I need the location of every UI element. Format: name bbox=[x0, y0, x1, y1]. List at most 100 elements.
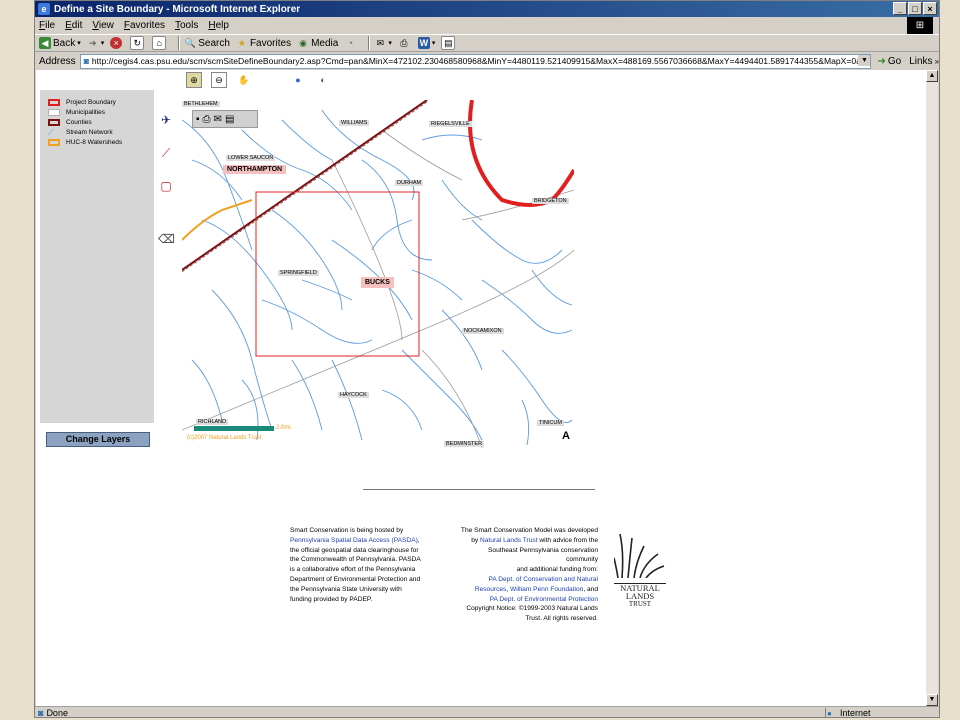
links-button[interactable]: Links bbox=[909, 56, 932, 67]
back-button[interactable]: ◀ Back ▾ bbox=[39, 37, 81, 49]
stop-icon: × bbox=[110, 37, 123, 49]
toolbar-separator bbox=[178, 36, 181, 50]
place-label: DURHAM bbox=[395, 180, 424, 186]
back-arrow-icon: ◀ bbox=[39, 37, 51, 49]
zoom-out-icon[interactable]: ⊖ bbox=[211, 72, 227, 88]
menu-tools[interactable]: Tools bbox=[175, 20, 198, 31]
page-content: ⊕ ⊖ ✋ ● ◐ Project Boundary Municipalitie… bbox=[36, 70, 926, 706]
forward-button[interactable]: ➜ ▾ bbox=[87, 37, 104, 49]
internet-globe-icon: ● bbox=[827, 708, 832, 718]
place-label: BRIDGETON bbox=[532, 198, 569, 204]
edit-button[interactable]: W ▾ bbox=[417, 37, 435, 49]
go-arrow-icon: ➜ bbox=[877, 55, 886, 67]
pasda-link[interactable]: Pennsylvania Spatial Data Access (PASDA) bbox=[290, 537, 418, 544]
minimize-button[interactable]: _ bbox=[893, 2, 907, 15]
forward-arrow-icon: ➜ bbox=[88, 38, 97, 48]
road-network bbox=[182, 129, 574, 448]
menu-file[interactable]: File bbox=[39, 20, 55, 31]
history-button[interactable]: ◔ bbox=[344, 37, 358, 49]
word-icon: W bbox=[417, 37, 430, 49]
home-button[interactable]: ⌂ bbox=[152, 36, 168, 50]
map-side-tools: ✈ ⟋ ▢ ⌫ bbox=[158, 112, 175, 264]
page-icon: ◙ bbox=[83, 56, 89, 66]
nlt-link[interactable]: Natural Lands Trust bbox=[480, 537, 538, 544]
menu-help[interactable]: Help bbox=[208, 20, 229, 31]
toolbar-separator bbox=[368, 36, 371, 50]
counties-swatch bbox=[48, 118, 60, 126]
browser-window: e Define a Site Boundary - Microsoft Int… bbox=[34, 0, 940, 718]
dcnr-link[interactable]: PA Dept. of Conservation and Natural bbox=[456, 575, 598, 585]
place-label: HAYCOCK bbox=[338, 392, 369, 398]
grass-logo-icon bbox=[613, 533, 665, 579]
dcnr-link[interactable]: Resources bbox=[475, 586, 507, 593]
river-delaware bbox=[468, 100, 574, 207]
refresh-button[interactable]: ↻ bbox=[130, 36, 146, 50]
eraser-icon[interactable]: ⌫ bbox=[158, 231, 175, 247]
search-button[interactable]: 🔍 Search bbox=[184, 37, 230, 49]
full-extent-icon[interactable]: ◐ bbox=[315, 72, 331, 88]
dep-link[interactable]: PA Dept. of Environmental Protection bbox=[456, 595, 598, 605]
stop-button[interactable]: × bbox=[110, 37, 124, 49]
refresh-icon: ↻ bbox=[130, 36, 145, 50]
municipalities-swatch bbox=[48, 108, 60, 116]
toolbar: ◀ Back ▾ ➜ ▾ × ↻ ⌂ 🔍 Search ★ Favorites ◉ Medi… bbox=[35, 34, 939, 52]
place-label: BETHLEHEM bbox=[182, 101, 220, 107]
place-label: LOWER SAUCON bbox=[226, 155, 276, 161]
place-label: TINICUM bbox=[537, 420, 564, 426]
go-button[interactable]: Go bbox=[888, 56, 901, 67]
map-view[interactable]: ▪ ⎙ ✉ ▤ BETHLEHEM WILLIAMS RIEGELSVILLE … bbox=[182, 100, 574, 448]
logo-word: TRUST bbox=[628, 600, 652, 608]
menu-bar: File Edit View Favorites Tools Help bbox=[35, 17, 905, 33]
legend-item: HUC-8 Watersheds bbox=[48, 137, 154, 147]
mail-button[interactable]: ✉ ▾ bbox=[374, 37, 392, 49]
menu-view[interactable]: View bbox=[92, 20, 114, 31]
project-boundary-swatch bbox=[48, 98, 60, 106]
print-button[interactable]: ⎙ bbox=[398, 37, 412, 49]
scroll-up-icon[interactable]: ▲ bbox=[926, 70, 938, 82]
menu-favorites[interactable]: Favorites bbox=[124, 20, 165, 31]
security-zone: Internet bbox=[840, 708, 871, 718]
ie-icon: e bbox=[38, 3, 50, 15]
address-bar: Address ◙ http://cegis4.cas.psu.edu/scm/… bbox=[35, 53, 939, 69]
legend-item: Project Boundary bbox=[48, 97, 154, 107]
scale-bar bbox=[194, 426, 274, 431]
county-label: BUCKS bbox=[361, 277, 394, 288]
printer-icon[interactable]: ⎙ bbox=[203, 114, 211, 125]
globe-icon[interactable]: ● bbox=[290, 72, 306, 88]
logo-word: LANDS bbox=[625, 591, 655, 601]
media-button[interactable]: ◉ Media bbox=[297, 37, 338, 49]
chevron-down-icon[interactable]: ▼ bbox=[858, 54, 871, 66]
scroll-down-icon[interactable]: ▼ bbox=[926, 694, 938, 706]
place-label: RICHLAND bbox=[196, 419, 229, 425]
place-label: BEDMINSTER bbox=[444, 441, 485, 447]
favorites-button[interactable]: ★ Favorites bbox=[236, 37, 291, 49]
william-penn-link[interactable]: William Penn Foundation bbox=[510, 586, 583, 593]
menu-edit[interactable]: Edit bbox=[65, 20, 82, 31]
maximize-button[interactable]: □ bbox=[908, 2, 922, 15]
map-copyright: (c)2007 Natural Lands Trust bbox=[187, 435, 262, 441]
identify-icon[interactable]: ✈ bbox=[158, 112, 174, 128]
export-icon[interactable]: ▤ bbox=[225, 114, 234, 125]
draw-polygon-icon[interactable]: ▢ bbox=[158, 178, 174, 194]
address-input[interactable]: ◙ http://cegis4.cas.psu.edu/scm/scmSiteD… bbox=[79, 53, 872, 69]
pan-hand-icon[interactable]: ✋ bbox=[236, 72, 252, 88]
draw-line-icon[interactable]: ⟋ bbox=[158, 145, 174, 161]
windows-logo-icon: ⊞ bbox=[907, 17, 933, 35]
huc8-watersheds-swatch bbox=[48, 138, 60, 146]
legend-item: Municipalities bbox=[48, 107, 154, 117]
window-title: Define a Site Boundary - Microsoft Inter… bbox=[54, 3, 301, 15]
history-icon: ◔ bbox=[347, 38, 354, 48]
save-icon[interactable]: ▪ bbox=[196, 114, 200, 125]
discuss-button[interactable]: ▤ bbox=[441, 36, 457, 50]
place-label: SPRINGFIELD bbox=[278, 270, 319, 276]
zoom-in-icon[interactable]: ⊕ bbox=[186, 72, 202, 88]
change-layers-button[interactable]: Change Layers bbox=[46, 432, 150, 447]
status-text: Done bbox=[46, 708, 68, 718]
natural-lands-trust-logo: NATURAL LANDS TRUST bbox=[613, 532, 666, 610]
credits-right: The Smart Conservation Model was develop… bbox=[456, 526, 598, 624]
mail-icon[interactable]: ✉ bbox=[214, 114, 222, 125]
footer-divider bbox=[363, 489, 595, 490]
vertical-scrollbar[interactable]: ▲ ▼ bbox=[926, 70, 938, 706]
page-done-icon: ◙ bbox=[38, 708, 44, 718]
close-button[interactable]: × bbox=[923, 2, 937, 15]
